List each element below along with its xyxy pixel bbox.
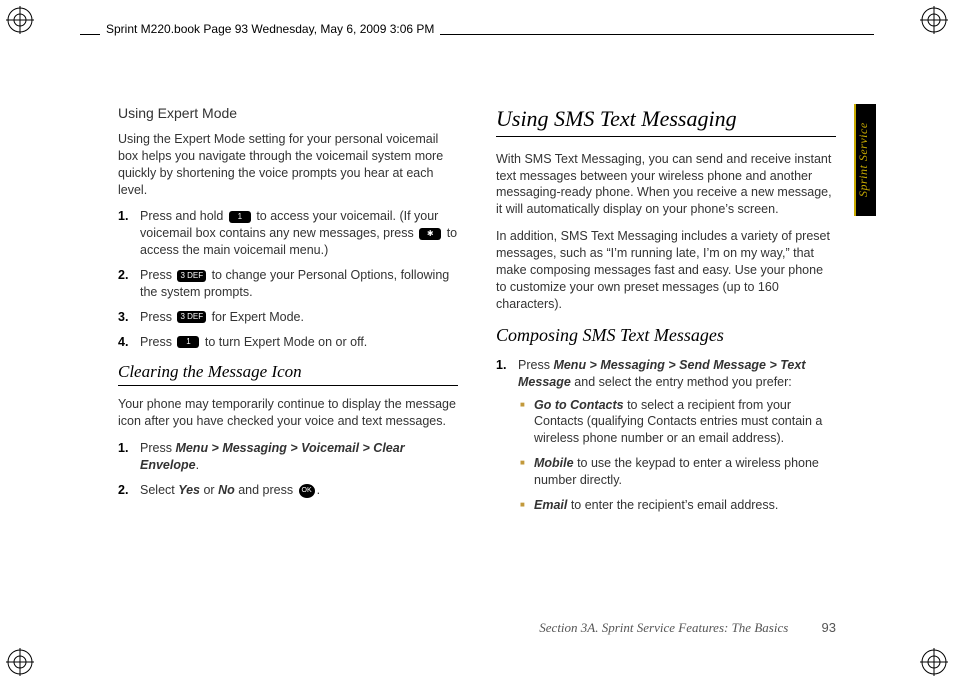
crop-mark-icon [6, 648, 34, 676]
step-text: Press and hold [140, 209, 227, 223]
term-mobile: Mobile [534, 456, 574, 470]
step-text: and press [235, 483, 297, 497]
step-text: and select the entry method you prefer: [571, 375, 792, 389]
section-tab-label: Sprint Service [856, 104, 876, 216]
heading-using-expert-mode: Using Expert Mode [118, 104, 458, 123]
term-email: Email [534, 498, 567, 512]
step-text: Press [140, 441, 175, 455]
key-1-icon: 1 [229, 211, 251, 223]
clear-icon-steps: 1. Press Menu > Messaging > Voicemail > … [118, 440, 458, 499]
list-item: Go to Contacts to select a recipient fro… [518, 397, 836, 448]
page-footer: Section 3A. Sprint Service Features: The… [0, 620, 836, 636]
step-text: . [196, 458, 199, 472]
menu-path: Menu > Messaging > Voicemail > Clear Env… [140, 441, 405, 472]
step-2: 2. Press 3 DEF to change your Personal O… [118, 267, 458, 301]
heading-clearing-message-icon: Clearing the Message Icon [118, 361, 458, 387]
step-text: Press [140, 310, 175, 324]
key-3-icon: 3 DEF [177, 311, 206, 323]
list-item: Email to enter the recipient’s email add… [518, 497, 836, 514]
heading-composing-sms: Composing SMS Text Messages [496, 323, 836, 347]
crop-mark-icon [920, 6, 948, 34]
paragraph: With SMS Text Messaging, you can send an… [496, 151, 836, 219]
entry-methods-list: Go to Contacts to select a recipient fro… [518, 397, 836, 514]
step-text: Select [140, 483, 178, 497]
key-star-icon: ✱ [419, 228, 441, 240]
paragraph: Your phone may temporarily continue to d… [118, 396, 458, 430]
step-number: 2. [118, 482, 128, 499]
step-3: 3. Press 3 DEF for Expert Mode. [118, 309, 458, 326]
page-number: 93 [822, 620, 836, 635]
step-text: for Expert Mode. [208, 310, 304, 324]
step-1: 1. Press Menu > Messaging > Send Message… [496, 357, 836, 514]
step-number: 1. [118, 440, 128, 457]
footer-section-title: Section 3A. Sprint Service Features: The… [539, 620, 788, 635]
term-no: No [218, 483, 235, 497]
list-item-text: to use the keypad to enter a wireless ph… [534, 456, 819, 487]
step-text: Press [140, 268, 175, 282]
step-number: 1. [496, 357, 506, 374]
left-column: Using Expert Mode Using the Expert Mode … [118, 104, 458, 602]
page: Sprint M220.book Page 93 Wednesday, May … [0, 0, 954, 682]
step-4: 4. Press 1 to turn Expert Mode on or off… [118, 334, 458, 351]
step-number: 3. [118, 309, 128, 326]
step-text: Press [518, 358, 553, 372]
compose-sms-steps: 1. Press Menu > Messaging > Send Message… [496, 357, 836, 514]
content-columns: Using Expert Mode Using the Expert Mode … [118, 104, 836, 602]
running-header: Sprint M220.book Page 93 Wednesday, May … [100, 22, 440, 36]
step-text: to turn Expert Mode on or off. [201, 335, 367, 349]
step-number: 2. [118, 267, 128, 284]
step-number: 1. [118, 208, 128, 225]
key-1-icon: 1 [177, 336, 199, 348]
paragraph: Using the Expert Mode setting for your p… [118, 131, 458, 199]
step-number: 4. [118, 334, 128, 351]
step-1: 1. Press and hold 1 to access your voice… [118, 208, 458, 259]
key-ok-icon: OK [299, 484, 315, 498]
term-yes: Yes [178, 483, 200, 497]
crop-mark-icon [6, 6, 34, 34]
heading-using-sms: Using SMS Text Messaging [496, 104, 836, 137]
list-item: Mobile to use the keypad to enter a wire… [518, 455, 836, 489]
section-tab: Sprint Service [854, 104, 876, 216]
step-text: Press [140, 335, 175, 349]
step-text: or [200, 483, 218, 497]
key-3-icon: 3 DEF [177, 270, 206, 282]
list-item-text: to enter the recipient’s email address. [567, 498, 778, 512]
crop-mark-icon [920, 648, 948, 676]
step-2: 2. Select Yes or No and press OK. [118, 482, 458, 499]
term-go-to-contacts: Go to Contacts [534, 398, 624, 412]
paragraph: In addition, SMS Text Messaging includes… [496, 228, 836, 312]
step-text: . [317, 483, 320, 497]
step-1: 1. Press Menu > Messaging > Voicemail > … [118, 440, 458, 474]
right-column: Using SMS Text Messaging With SMS Text M… [496, 104, 836, 602]
expert-mode-steps: 1. Press and hold 1 to access your voice… [118, 208, 458, 350]
